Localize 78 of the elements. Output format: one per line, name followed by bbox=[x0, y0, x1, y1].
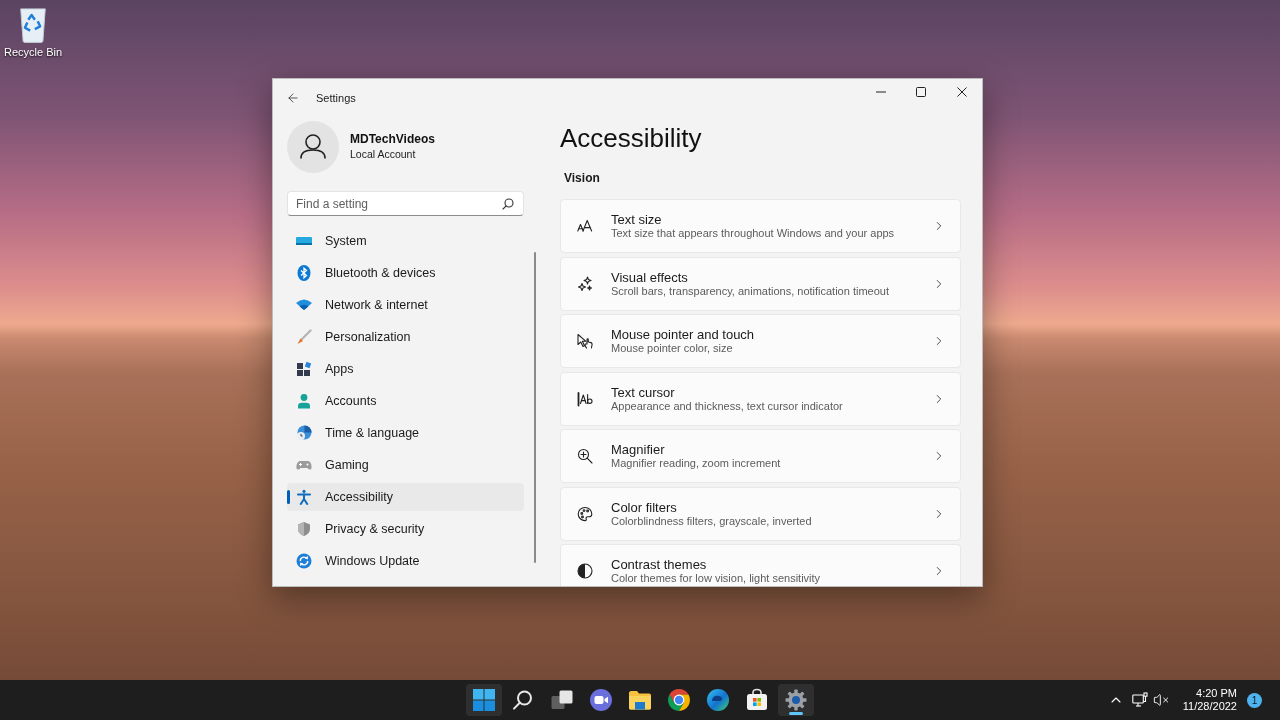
bluetooth-icon bbox=[296, 265, 312, 281]
taskbar-button[interactable] bbox=[466, 684, 502, 716]
contrast-icon bbox=[577, 563, 593, 579]
sidebar-item[interactable]: Network & internet bbox=[287, 291, 524, 319]
sidebar-item[interactable]: Accounts bbox=[287, 387, 524, 415]
sidebar-item[interactable]: Time & language bbox=[287, 419, 524, 447]
card-title: Visual effects bbox=[611, 269, 688, 285]
shield-icon bbox=[296, 521, 312, 537]
card-description: Magnifier reading, zoom increment bbox=[611, 457, 781, 470]
card-title: Text cursor bbox=[611, 384, 675, 400]
settings-card[interactable]: Magnifier Magnifier reading, zoom increment bbox=[560, 429, 961, 483]
card-title: Magnifier bbox=[611, 442, 665, 457]
card-description: Colorblindness filters, grayscale, inverted bbox=[611, 514, 812, 528]
selection-indicator bbox=[287, 490, 290, 504]
close-icon bbox=[956, 86, 967, 97]
sidebar-item[interactable]: Windows Update bbox=[287, 547, 524, 575]
folder-icon bbox=[628, 688, 652, 712]
settings-card[interactable]: Contrast themes Color themes for low vision, light sensitivity bbox=[560, 544, 961, 586]
sidebar-item[interactable]: Accessibility bbox=[287, 483, 524, 511]
app-grid-icon bbox=[296, 361, 312, 377]
start-grid-icon bbox=[472, 688, 496, 712]
sidebar-item[interactable]: Bluetooth & devices bbox=[287, 259, 524, 287]
clock-time[interactable]: 4:20 PM bbox=[1196, 687, 1237, 700]
user-avatar-icon[interactable] bbox=[287, 121, 339, 173]
accessibility-figure-icon bbox=[296, 489, 312, 505]
shopping-bag-icon bbox=[745, 688, 769, 712]
browser-logo-icon bbox=[667, 688, 691, 712]
desktop-icon-label[interactable]: Recycle Bin bbox=[3, 46, 63, 59]
search-field[interactable]: Find a setting bbox=[287, 191, 524, 216]
taskbar-button[interactable] bbox=[778, 684, 814, 716]
sync-arrows-icon bbox=[296, 553, 312, 569]
card-description: Scroll bars, transparency, animations, notification timeout bbox=[611, 284, 889, 298]
page-title: Accessibility bbox=[560, 122, 703, 155]
section-heading: Vision bbox=[564, 170, 601, 186]
person-icon bbox=[296, 393, 312, 409]
wifi-icon bbox=[296, 297, 312, 313]
swirl-logo-icon bbox=[706, 688, 730, 712]
speaker-muted-icon[interactable] bbox=[1152, 692, 1169, 708]
sidebar-item[interactable]: Privacy & security bbox=[287, 515, 524, 543]
card-title: Mouse pointer and touch bbox=[611, 327, 755, 342]
task-view-icon bbox=[550, 688, 574, 712]
maximize-icon bbox=[916, 86, 927, 97]
paintbrush-icon bbox=[296, 329, 312, 345]
running-indicator bbox=[789, 712, 803, 715]
search-icon bbox=[511, 688, 535, 712]
video-chat-icon bbox=[589, 688, 613, 712]
settings-card[interactable]: Text size Text size that appears throughout Windows and your apps bbox=[560, 199, 961, 253]
palette-icon bbox=[577, 505, 593, 522]
card-title: Color filters bbox=[611, 499, 677, 515]
settings-card[interactable]: Visual effects Scroll bars, transparency, animations, notification timeout bbox=[560, 256, 961, 311]
card-title: Text size bbox=[611, 212, 662, 227]
card-description: Color themes for low vision, light sensitivity bbox=[611, 572, 821, 585]
sidebar-item[interactable]: Apps bbox=[287, 355, 524, 383]
text-size-icon bbox=[577, 218, 593, 234]
sparkles-icon bbox=[577, 275, 593, 292]
text-cursor-icon bbox=[577, 390, 593, 407]
monitor-icon[interactable] bbox=[1131, 692, 1148, 708]
settings-card[interactable]: Color filters Colorblindness filters, grayscale, inverted bbox=[560, 486, 961, 541]
card-description: Appearance and thickness, text cursor indicator bbox=[611, 399, 843, 413]
sidebar-item[interactable]: System bbox=[287, 227, 524, 255]
settings-card[interactable]: Text cursor Appearance and thickness, text cursor indicator bbox=[560, 371, 961, 426]
settings-card[interactable]: Mouse pointer and touch Mouse pointer color, size bbox=[560, 314, 961, 368]
card-title: Contrast themes bbox=[611, 557, 707, 572]
zoom-in-icon bbox=[577, 448, 593, 464]
gear-icon bbox=[784, 688, 808, 712]
pointer-hand-icon bbox=[577, 333, 593, 349]
card-description: Mouse pointer color, size bbox=[611, 342, 733, 355]
card-description: Text size that appears throughout Windows and your apps bbox=[611, 227, 895, 240]
window-title: Settings bbox=[316, 91, 356, 104]
sidebar-item[interactable]: Gaming bbox=[287, 451, 524, 479]
notification-badge[interactable]: 1 bbox=[1247, 692, 1262, 708]
sidebar-item[interactable]: Personalization bbox=[287, 323, 524, 351]
profile-name: MDTechVideos bbox=[350, 132, 435, 147]
clock-date[interactable]: 11/28/2022 bbox=[1182, 700, 1237, 713]
account-type: Local Account bbox=[350, 147, 417, 162]
globe-clock-icon bbox=[296, 425, 312, 441]
scrollbar[interactable] bbox=[534, 252, 536, 563]
search-icon[interactable] bbox=[502, 197, 514, 210]
